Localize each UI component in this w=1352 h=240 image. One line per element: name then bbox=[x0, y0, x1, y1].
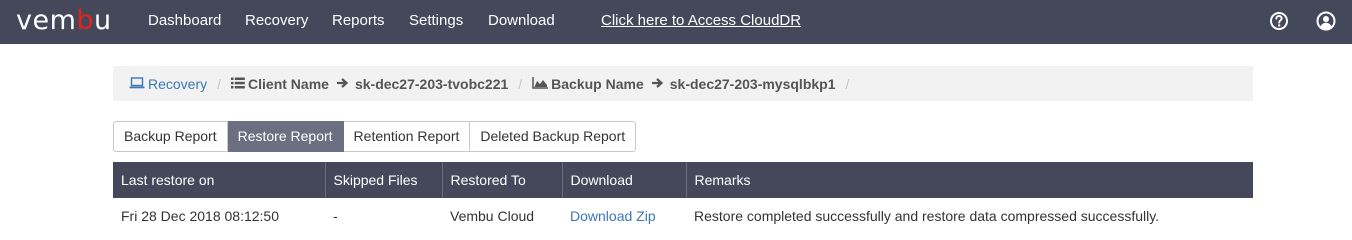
logo-text-part3: u bbox=[94, 5, 112, 36]
list-icon bbox=[231, 76, 245, 92]
top-nav-bar: vem b u Dashboard Recovery Reports Setting… bbox=[0, 0, 1352, 44]
restore-report-table: Last restore on Skipped Files Restored T… bbox=[113, 162, 1253, 234]
breadcrumb-client-value: sk-dec27-203-tvobc221 bbox=[354, 75, 509, 92]
breadcrumb-recovery[interactable]: Recovery bbox=[129, 76, 207, 92]
cell-skipped-files: - bbox=[325, 198, 442, 234]
nav-recovery[interactable]: Recovery bbox=[245, 0, 308, 44]
nav-dashboard[interactable]: Dashboard bbox=[148, 0, 221, 44]
arrow-right-icon bbox=[336, 76, 349, 92]
report-tabs: Backup Report Restore Report Retention R… bbox=[113, 121, 637, 152]
nav-download[interactable]: Download bbox=[488, 0, 555, 44]
nav-reports[interactable]: Reports bbox=[332, 0, 385, 44]
cell-last-restore: Fri 28 Dec 2018 08:12:50 bbox=[113, 198, 325, 234]
breadcrumb-separator: / bbox=[518, 75, 523, 92]
column-header-last-restore[interactable]: Last restore on bbox=[113, 162, 326, 198]
cell-restored-to: Vembu Cloud bbox=[442, 198, 562, 234]
tab-backup-report[interactable]: Backup Report bbox=[113, 121, 228, 152]
help-icon[interactable] bbox=[1269, 11, 1289, 31]
clouddr-link[interactable]: Click here to Access CloudDR bbox=[601, 0, 801, 44]
breadcrumb-separator: / bbox=[217, 75, 222, 92]
table-row: Fri 28 Dec 2018 08:12:50 - Vembu Cloud D… bbox=[113, 198, 1253, 234]
user-icon[interactable] bbox=[1316, 11, 1336, 31]
breadcrumb-client: Client Name sk-dec27-203-tvobc221 bbox=[231, 76, 508, 92]
breadcrumb-backup-value: sk-dec27-203-mysqlbkp1 bbox=[669, 75, 836, 92]
download-zip-link[interactable]: Download Zip bbox=[570, 208, 656, 224]
vembu-logo[interactable]: vem b u bbox=[16, 5, 112, 37]
table-header-row: Last restore on Skipped Files Restored T… bbox=[113, 162, 1253, 198]
breadcrumb: Recovery / Client Name sk-dec27-203-tvob… bbox=[113, 66, 1253, 101]
column-header-restored-to[interactable]: Restored To bbox=[442, 162, 563, 198]
column-header-remarks[interactable]: Remarks bbox=[686, 162, 1253, 198]
breadcrumb-recovery-label: Recovery bbox=[148, 75, 208, 92]
tab-restore-report[interactable]: Restore Report bbox=[227, 121, 344, 152]
cell-remarks: Restore completed successfully and resto… bbox=[686, 198, 1253, 234]
breadcrumb-client-label: Client Name bbox=[248, 75, 329, 92]
area-chart-icon bbox=[532, 76, 549, 92]
column-header-download[interactable]: Download bbox=[562, 162, 687, 198]
breadcrumb-separator: / bbox=[845, 75, 850, 92]
logo-text-part2: b bbox=[76, 5, 95, 36]
tab-deleted-backup-report[interactable]: Deleted Backup Report bbox=[470, 121, 637, 152]
tab-retention-report[interactable]: Retention Report bbox=[343, 121, 471, 152]
column-header-skipped-files[interactable]: Skipped Files bbox=[325, 162, 443, 198]
breadcrumb-backup: Backup Name sk-dec27-203-mysqlbkp1 bbox=[532, 75, 836, 92]
nav-settings[interactable]: Settings bbox=[409, 0, 463, 44]
logo-text-part1: vem bbox=[16, 5, 77, 36]
laptop-icon bbox=[129, 76, 145, 92]
breadcrumb-backup-label: Backup Name bbox=[551, 75, 644, 92]
arrow-right-icon bbox=[651, 76, 663, 92]
cell-download: Download Zip bbox=[562, 198, 686, 234]
